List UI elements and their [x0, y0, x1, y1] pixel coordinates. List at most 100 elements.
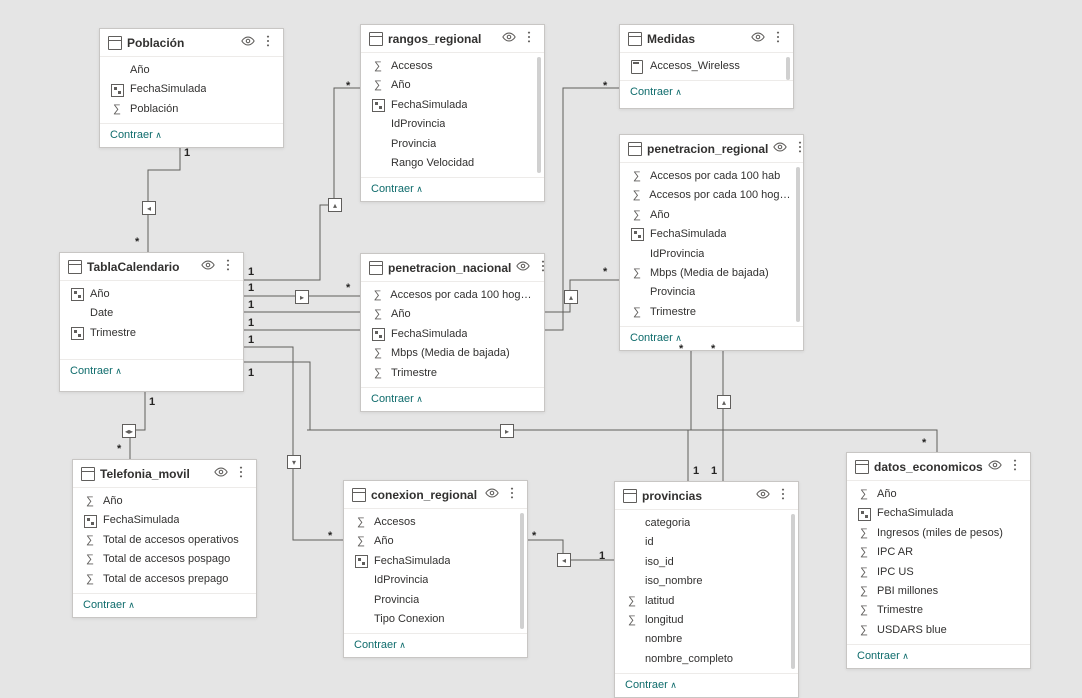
table-provincias[interactable]: provincias categoria id iso_id iso_nombr…: [614, 481, 799, 698]
field-row[interactable]: IdProvincia: [344, 571, 527, 590]
field-row[interactable]: Trimestre: [847, 601, 1030, 620]
field-row[interactable]: id: [615, 533, 798, 552]
field-row[interactable]: Total de accesos pospago: [73, 550, 256, 569]
field-row[interactable]: categoria: [615, 514, 798, 533]
field-row[interactable]: longitud: [615, 611, 798, 630]
table-tablacalendario[interactable]: TablaCalendario Año Date Trimestre Contr…: [59, 252, 244, 392]
field-row[interactable]: Accesos por cada 100 hogares: [361, 286, 544, 305]
field-row[interactable]: Año: [60, 285, 243, 304]
more-icon[interactable]: [793, 140, 807, 157]
collapse-link[interactable]: Contraer: [83, 599, 135, 611]
table-penetracion_reg[interactable]: penetracion_regional Accesos por cada 10…: [619, 134, 804, 351]
field-row[interactable]: Tipo Conexion: [344, 610, 527, 629]
visibility-icon[interactable]: [751, 30, 765, 47]
table-header[interactable]: Población: [100, 29, 283, 57]
table-datos_econ[interactable]: datos_economicos Año FechaSimulada Ingre…: [846, 452, 1031, 669]
more-icon[interactable]: [234, 465, 248, 482]
collapse-link[interactable]: Contraer: [110, 129, 162, 141]
more-icon[interactable]: [1008, 458, 1022, 475]
visibility-icon[interactable]: [485, 486, 499, 503]
field-row[interactable]: Mbps (Media de bajada): [620, 264, 803, 283]
field-row[interactable]: FechaSimulada: [620, 225, 803, 244]
field-row[interactable]: Ingresos (miles de pesos): [847, 524, 1030, 543]
field-row[interactable]: IdProvincia: [620, 245, 803, 264]
field-row[interactable]: Accesos por cada 100 hab: [620, 167, 803, 186]
field-row[interactable]: nombre: [615, 630, 798, 649]
field-row[interactable]: Provincia: [361, 135, 544, 154]
collapse-link[interactable]: Contraer: [70, 365, 122, 377]
table-header[interactable]: TablaCalendario: [60, 253, 243, 281]
field-row[interactable]: Accesos: [361, 57, 544, 76]
collapse-link[interactable]: Contraer: [371, 183, 423, 195]
table-poblacion[interactable]: Población Año FechaSimulada Población Co…: [99, 28, 284, 148]
visibility-icon[interactable]: [201, 258, 215, 275]
collapse-link[interactable]: Contraer: [354, 639, 406, 651]
field-row[interactable]: Año: [73, 492, 256, 511]
table-telefonia[interactable]: Telefonia_movil Año FechaSimulada Total …: [72, 459, 257, 618]
field-row[interactable]: IdProvincia: [361, 115, 544, 134]
visibility-icon[interactable]: [214, 465, 228, 482]
field-row[interactable]: Año: [344, 532, 527, 551]
field-row[interactable]: Rango Velocidad: [361, 154, 544, 173]
field-row[interactable]: Provincia: [344, 591, 527, 610]
field-row[interactable]: FechaSimulada: [847, 504, 1030, 523]
table-header[interactable]: conexion_regional: [344, 481, 527, 509]
visibility-icon[interactable]: [756, 487, 770, 504]
field-row[interactable]: Año: [847, 485, 1030, 504]
scrollbar[interactable]: [537, 57, 541, 173]
model-canvas[interactable]: Población Año FechaSimulada Población Co…: [0, 0, 1082, 698]
visibility-icon[interactable]: [241, 34, 255, 51]
field-row[interactable]: nombre_completo: [615, 650, 798, 669]
field-row[interactable]: PBI millones: [847, 582, 1030, 601]
table-conexion[interactable]: conexion_regional Accesos Año FechaSimul…: [343, 480, 528, 658]
more-icon[interactable]: [221, 258, 235, 275]
scrollbar[interactable]: [520, 513, 524, 629]
field-row[interactable]: Total de accesos prepago: [73, 570, 256, 589]
field-row[interactable]: Date: [60, 304, 243, 323]
table-header[interactable]: Medidas: [620, 25, 793, 53]
table-penetracion_nac[interactable]: penetracion_nacional Accesos por cada 10…: [360, 253, 545, 412]
field-row[interactable]: FechaSimulada: [361, 96, 544, 115]
table-header[interactable]: provincias: [615, 482, 798, 510]
more-icon[interactable]: [522, 30, 536, 47]
field-row[interactable]: Año: [361, 76, 544, 95]
more-icon[interactable]: [505, 486, 519, 503]
field-row[interactable]: Accesos por cada 100 hogares: [620, 186, 803, 205]
table-header[interactable]: datos_economicos: [847, 453, 1030, 481]
table-header[interactable]: rangos_regional: [361, 25, 544, 53]
more-icon[interactable]: [536, 259, 550, 276]
visibility-icon[interactable]: [988, 458, 1002, 475]
more-icon[interactable]: [771, 30, 785, 47]
collapse-link[interactable]: Contraer: [630, 332, 682, 344]
visibility-icon[interactable]: [516, 259, 530, 276]
field-row[interactable]: Trimestre: [60, 324, 243, 343]
field-row[interactable]: FechaSimulada: [73, 511, 256, 530]
scrollbar[interactable]: [786, 57, 790, 80]
scrollbar[interactable]: [796, 167, 800, 322]
field-row[interactable]: Año: [620, 206, 803, 225]
field-row[interactable]: IPC US: [847, 563, 1030, 582]
field-row[interactable]: Año: [100, 61, 283, 80]
field-row[interactable]: USDARS blue: [847, 621, 1030, 640]
more-icon[interactable]: [776, 487, 790, 504]
field-row[interactable]: FechaSimulada: [344, 552, 527, 571]
table-header[interactable]: penetracion_nacional: [361, 254, 544, 282]
field-row[interactable]: Trimestre: [361, 364, 544, 383]
collapse-link[interactable]: Contraer: [625, 679, 677, 691]
visibility-icon[interactable]: [773, 140, 787, 157]
field-row[interactable]: Población: [100, 100, 283, 119]
scrollbar[interactable]: [791, 514, 795, 669]
field-row[interactable]: FechaSimulada: [100, 80, 283, 99]
table-medidas[interactable]: Medidas Accesos_Wireless Contraer: [619, 24, 794, 109]
field-row[interactable]: Provincia: [620, 283, 803, 302]
field-row[interactable]: iso_id: [615, 553, 798, 572]
field-row[interactable]: latitud: [615, 592, 798, 611]
field-row[interactable]: iso_nombre: [615, 572, 798, 591]
field-row[interactable]: Accesos: [344, 513, 527, 532]
field-row[interactable]: Año: [361, 305, 544, 324]
field-row[interactable]: FechaSimulada: [361, 325, 544, 344]
field-row[interactable]: Mbps (Media de bajada): [361, 344, 544, 363]
table-rangos[interactable]: rangos_regional Accesos Año FechaSimulad…: [360, 24, 545, 202]
more-icon[interactable]: [261, 34, 275, 51]
table-header[interactable]: Telefonia_movil: [73, 460, 256, 488]
